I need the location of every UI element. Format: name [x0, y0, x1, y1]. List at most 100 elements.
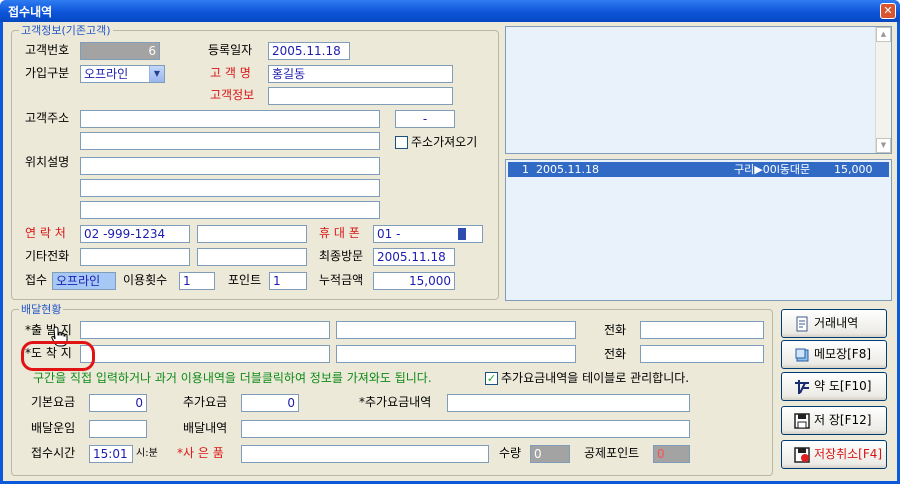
deduct-points-field[interactable]: 0: [653, 445, 690, 463]
memo-panel[interactable]: ▲ ▼: [505, 26, 892, 154]
other-phone1-field[interactable]: [80, 248, 190, 266]
points-label: 포인트: [228, 273, 262, 287]
location-line1-field[interactable]: [80, 157, 380, 175]
customer-name-field[interactable]: 홍길동: [268, 65, 453, 83]
time-unit-label: 시:분: [136, 448, 158, 459]
use-count-label: 이용횟수: [123, 273, 168, 287]
address-fetch-checkbox[interactable]: [395, 136, 408, 149]
gift-field[interactable]: [241, 445, 489, 463]
extra-fee-field[interactable]: 0: [241, 394, 299, 412]
join-type-select[interactable]: 오프라인 ▼: [80, 65, 165, 83]
other-phone-label: 기타전화: [25, 249, 70, 263]
history-date: 2005.11.18: [536, 163, 599, 176]
extra-detail-label: *추가요금내역: [359, 395, 432, 409]
save-button[interactable]: 저 장[F12]: [781, 406, 887, 435]
total-amount-label: 누적금액: [319, 273, 364, 287]
extra-fee-label: 추가요금: [183, 395, 228, 409]
map-label: 약 도[F10]: [814, 379, 872, 393]
window-client: 고객정보(기존고객) 고객번호 6 등록일자 2005.11.18 가입구분 오…: [3, 22, 897, 481]
history-list[interactable]: 1 2005.11.18 구리▶00l동대문 15,000: [505, 159, 892, 301]
address-line1-field[interactable]: [80, 110, 380, 128]
chevron-down-icon[interactable]: ▼: [149, 66, 164, 82]
memo-button[interactable]: 메모장[F8]: [781, 340, 887, 369]
register-date-field[interactable]: 2005.11.18: [268, 42, 350, 60]
customer-no-label: 고객번호: [25, 43, 70, 57]
contact-ext-field[interactable]: [197, 225, 307, 243]
reception-field[interactable]: 오프라인: [52, 272, 116, 290]
address-line2-field[interactable]: [80, 132, 380, 150]
address-label: 고객주소: [25, 111, 70, 125]
customer-name-label: 고 객 명: [210, 66, 251, 80]
register-date-label: 등록일자: [208, 43, 253, 57]
last-visit-label: 최종방문: [319, 249, 364, 263]
scroll-down-icon[interactable]: ▼: [876, 138, 891, 153]
reception-time-label: 접수시간: [31, 446, 76, 460]
title-bar: 접수내역 ✕: [0, 0, 900, 22]
customer-info-legend: 고객정보(기존고객): [19, 24, 113, 37]
departure-field1[interactable]: [80, 321, 330, 339]
mobile-value: 01 -: [377, 227, 401, 241]
delivery-detail-field[interactable]: [241, 420, 690, 438]
join-type-label: 가입구분: [25, 66, 70, 80]
extra-detail-field[interactable]: [447, 394, 690, 412]
phone1-field[interactable]: [640, 321, 764, 339]
floppy-disk-icon: [794, 413, 810, 429]
contact-label: 연 락 처: [25, 226, 66, 240]
location-line3-field[interactable]: [80, 201, 380, 219]
total-amount-field[interactable]: 15,000: [373, 272, 455, 290]
points-field[interactable]: 1: [269, 272, 307, 290]
extra-table-label: 추가요금내역을 테이블로 관리합니다.: [501, 371, 690, 385]
location-line2-field[interactable]: [80, 179, 380, 197]
base-fee-field[interactable]: 0: [89, 394, 147, 412]
extra-table-checkbox[interactable]: ✓: [485, 372, 498, 385]
list-item[interactable]: 1 2005.11.18 구리▶00l동대문 15,000: [508, 162, 889, 177]
customer-no-field[interactable]: 6: [80, 42, 160, 60]
contact-field[interactable]: 02 -999-1234: [80, 225, 190, 243]
memo-scrollbar[interactable]: ▲ ▼: [875, 27, 891, 153]
mobile-field[interactable]: 01 -: [373, 225, 483, 243]
notepad-icon: [795, 348, 809, 362]
text-cursor: [458, 228, 466, 240]
cancel-save-button[interactable]: 저장취소[F4]: [781, 440, 887, 469]
transactions-button[interactable]: 거래내역: [781, 309, 887, 338]
customer-info-label: 고객정보: [210, 88, 255, 102]
close-button[interactable]: ✕: [880, 3, 896, 19]
zip-field[interactable]: -: [395, 110, 455, 128]
delivery-fee-label: 배달운임: [31, 421, 76, 435]
app-window: 접수내역 ✕ 고객정보(기존고객) 고객번호 6 등록일자 2005.11.18…: [0, 0, 900, 484]
save-label: 저 장[F12]: [814, 413, 872, 427]
base-fee-label: 기본요금: [31, 395, 76, 409]
deduct-points-label: 공제포인트: [584, 446, 640, 460]
reception-label: 접수: [25, 273, 48, 287]
departure-field2[interactable]: [336, 321, 576, 339]
scroll-up-icon[interactable]: ▲: [876, 27, 891, 42]
memo-label: 메모장[F8]: [814, 347, 872, 361]
customer-info-field[interactable]: [268, 87, 453, 105]
transactions-label: 거래내역: [814, 316, 859, 330]
delivery-fee-field[interactable]: [89, 420, 147, 438]
cancel-save-label: 저장취소[F4]: [814, 447, 883, 461]
history-no: 1: [522, 163, 529, 176]
arrival-field2[interactable]: [336, 345, 576, 363]
delivery-detail-label: 배달내역: [183, 421, 228, 435]
hint-text: 구간을 직접 입력하거나 과거 이용내역을 더블클릭하여 정보를 가져와도 됩니…: [33, 371, 432, 385]
map-icon: [795, 380, 809, 394]
phone2-field[interactable]: [640, 345, 764, 363]
delivery-legend: 배달현황: [19, 303, 64, 316]
join-type-value: 오프라인: [84, 67, 129, 81]
last-visit-field[interactable]: 2005.11.18: [373, 248, 455, 266]
history-amount: 15,000: [834, 163, 873, 176]
window-title: 접수내역: [8, 5, 53, 19]
arrival-field1[interactable]: [80, 345, 330, 363]
qty-field[interactable]: 0: [530, 445, 570, 463]
document-icon: [796, 316, 808, 332]
reception-time-field[interactable]: 15:01: [89, 445, 133, 463]
qty-label: 수량: [499, 446, 522, 460]
highlight-annotation: [21, 341, 95, 371]
map-button[interactable]: 약 도[F10]: [781, 372, 887, 401]
mobile-label: 휴 대 폰: [319, 226, 360, 240]
address-fetch-label: 주소가져오기: [411, 135, 478, 149]
use-count-field[interactable]: 1: [179, 272, 215, 290]
other-phone2-field[interactable]: [197, 248, 307, 266]
phone1-label: 전화: [604, 323, 627, 337]
